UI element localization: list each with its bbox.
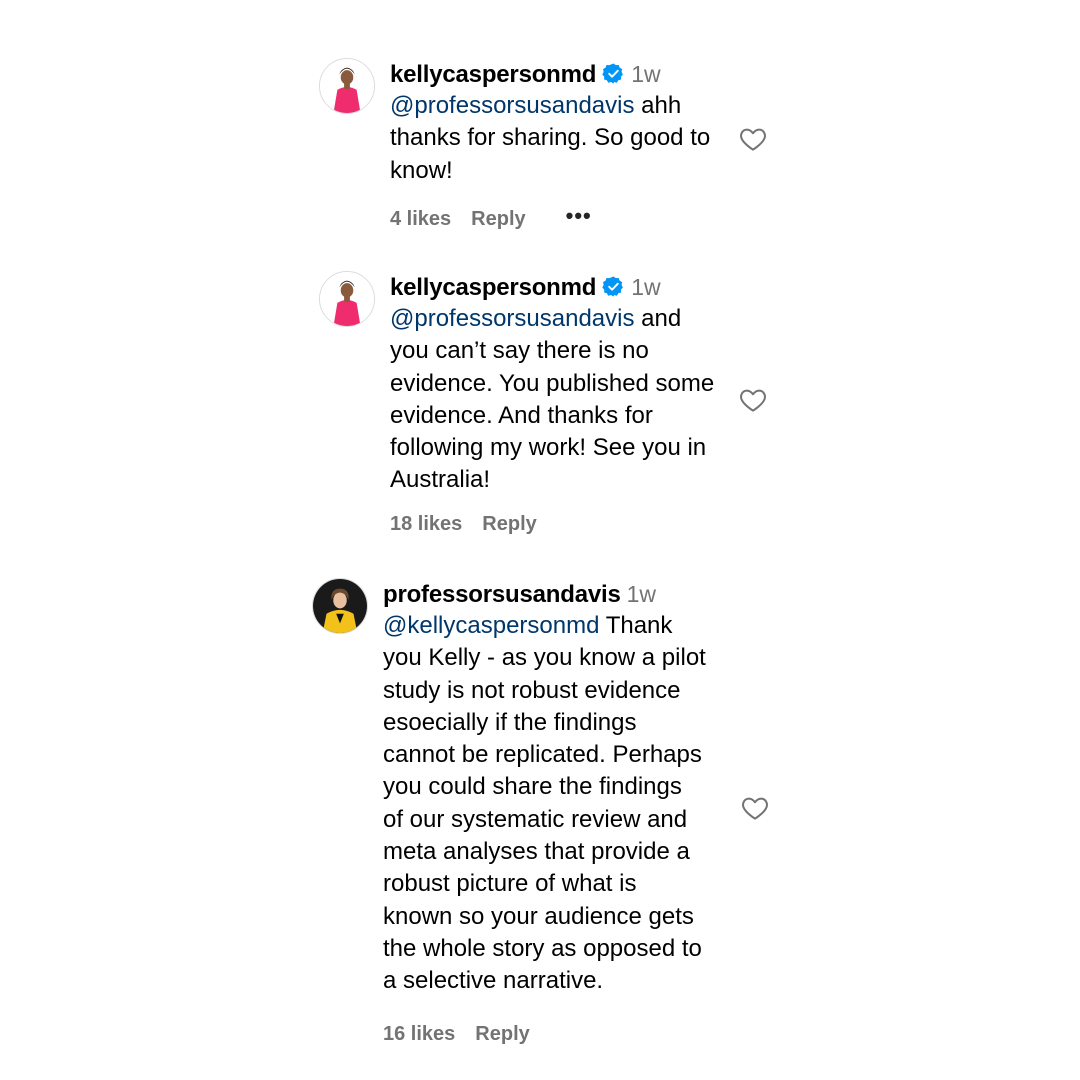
more-options-icon[interactable]: ••• bbox=[566, 201, 592, 231]
comment-text: @professorsusandavis ahh thanks for shar… bbox=[390, 90, 750, 187]
comment-1: kellycaspersonmd 1w @professorsusandavis … bbox=[319, 58, 779, 238]
username[interactable]: kellycaspersonmd bbox=[390, 274, 596, 301]
comment-message: and you can’t say there is no evidence. … bbox=[390, 305, 715, 494]
likes-count[interactable]: 4 likes bbox=[390, 208, 451, 230]
avatar[interactable] bbox=[319, 58, 375, 114]
comment-body: kellycaspersonmd 1w @professorsusandavis … bbox=[390, 271, 750, 497]
mention-link[interactable]: @kellycaspersonmd bbox=[383, 612, 599, 639]
comment-text: @professorsusandavis and you can’t say t… bbox=[390, 303, 750, 497]
timestamp[interactable]: 1w bbox=[631, 61, 660, 87]
verified-badge-icon bbox=[602, 275, 625, 298]
timestamp[interactable]: 1w bbox=[631, 274, 660, 300]
comment-meta: 18 likes Reply bbox=[390, 509, 537, 539]
comment-meta: 16 likes Reply bbox=[383, 1019, 530, 1049]
reply-button[interactable]: Reply bbox=[482, 513, 536, 535]
avatar[interactable] bbox=[312, 578, 368, 634]
reply-button[interactable]: Reply bbox=[471, 208, 525, 230]
comment-2: kellycaspersonmd 1w @professorsusandavis … bbox=[319, 271, 779, 551]
like-heart-icon[interactable] bbox=[738, 124, 768, 154]
comment-body: kellycaspersonmd 1w @professorsusandavis … bbox=[390, 58, 750, 187]
comment-body: professorsusandavis 1w @kellycaspersonmd … bbox=[383, 578, 753, 998]
comment-header: kellycaspersonmd 1w bbox=[390, 58, 750, 90]
comment-3: professorsusandavis 1w @kellycaspersonmd … bbox=[312, 578, 782, 1058]
likes-count[interactable]: 16 likes bbox=[383, 1023, 455, 1045]
comment-header: professorsusandavis 1w bbox=[383, 578, 753, 610]
mention-link[interactable]: @professorsusandavis bbox=[390, 305, 634, 332]
comment-message: Thank you Kelly - as you know a pilot st… bbox=[383, 612, 706, 995]
comment-meta: 4 likes Reply ••• bbox=[390, 201, 592, 231]
reply-button[interactable]: Reply bbox=[475, 1023, 529, 1045]
comment-header: kellycaspersonmd 1w bbox=[390, 271, 750, 303]
username[interactable]: kellycaspersonmd bbox=[390, 61, 596, 88]
username[interactable]: professorsusandavis bbox=[383, 581, 621, 608]
comment-text: @kellycaspersonmd Thank you Kelly - as y… bbox=[383, 610, 753, 998]
like-heart-icon[interactable] bbox=[738, 385, 768, 415]
avatar[interactable] bbox=[319, 271, 375, 327]
mention-link[interactable]: @professorsusandavis bbox=[390, 92, 634, 119]
timestamp[interactable]: 1w bbox=[627, 581, 656, 607]
like-heart-icon[interactable] bbox=[740, 793, 770, 823]
likes-count[interactable]: 18 likes bbox=[390, 513, 462, 535]
verified-badge-icon bbox=[602, 62, 625, 85]
